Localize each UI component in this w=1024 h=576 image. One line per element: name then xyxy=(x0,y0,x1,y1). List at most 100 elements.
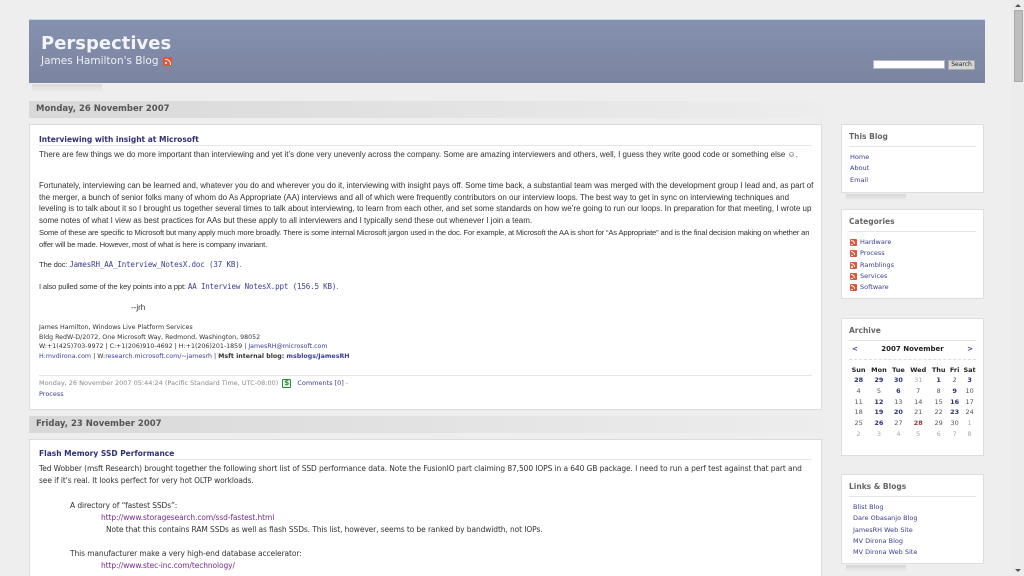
link-label[interactable]: MV Dirona Web Site xyxy=(853,547,917,558)
mvdirona-link[interactable]: mvdirona.com xyxy=(46,353,91,360)
doc-line: The doc: JamesRH_AA_Interview_NotesX.doc… xyxy=(39,259,814,271)
link-label[interactable]: About xyxy=(850,163,869,174)
calendar-day: 30 xyxy=(950,419,959,428)
research-link[interactable]: research.microsoft.com/~jamesrh xyxy=(105,353,212,360)
link-label[interactable]: Email xyxy=(850,175,868,186)
directory-label: A directory of “fastest SSDs”: xyxy=(70,501,178,510)
calendar-divider xyxy=(849,359,976,360)
calendar-month: 2007 November xyxy=(881,345,944,353)
category-item-ramblings[interactable]: Ramblings xyxy=(850,260,894,271)
category-label[interactable]: Software xyxy=(860,282,889,293)
calendar-day[interactable]: 19 xyxy=(868,407,889,418)
link-label[interactable]: Dare Obasanjo Blog xyxy=(853,513,918,524)
calendar-day: 4 xyxy=(896,429,901,438)
calendar-day: 24 xyxy=(965,408,974,417)
category-link[interactable]: Process xyxy=(39,390,64,398)
calendar-day: 27 xyxy=(894,419,903,428)
directory-note: Note that this contains RAM SSDs as well… xyxy=(106,525,543,534)
stec-link[interactable]: http://www.stec-inc.com/technology/ xyxy=(101,561,235,570)
calendar-day: 8 xyxy=(967,429,972,438)
scroll-up-arrow-icon[interactable] xyxy=(1015,4,1021,7)
calendar-day[interactable]: 1 xyxy=(929,375,948,386)
comments-link[interactable]: Comments [0] xyxy=(297,379,344,387)
doc-download-link[interactable]: JamesRH_AA_Interview_NotesX.doc (37 KB) xyxy=(69,260,239,269)
link-label[interactable]: Blist Blog xyxy=(853,502,883,513)
email-link[interactable]: JamesRH@microsoft.com xyxy=(248,343,327,350)
calendar-day: 21 xyxy=(914,408,923,417)
calendar-day[interactable]: 23 xyxy=(948,407,961,418)
search-input[interactable] xyxy=(873,60,945,69)
calendar-day[interactable]: 6 xyxy=(890,386,908,397)
calendar-day[interactable]: 3 xyxy=(961,375,978,386)
link-label[interactable]: MV Dirona Blog xyxy=(853,536,903,547)
category-label[interactable]: Services xyxy=(860,271,887,282)
home-label: H: xyxy=(39,352,46,360)
scroll-thumb[interactable] xyxy=(1014,10,1023,82)
calendar-day: 5 xyxy=(916,429,921,438)
category-label[interactable]: Process xyxy=(860,248,885,259)
post-title[interactable]: Flash Memory SSD Performance xyxy=(39,449,174,458)
category-item-process[interactable]: Process xyxy=(850,248,894,259)
link-label[interactable]: Home xyxy=(850,152,869,163)
ppt-download-link[interactable]: AA Interview NotesX.ppt (156.5 KB) xyxy=(188,282,337,291)
category-label[interactable]: Ramblings xyxy=(860,260,894,271)
blogroll-link[interactable]: JamesRH Web Site xyxy=(853,525,918,536)
calendar-day: 18 xyxy=(854,408,863,417)
links-widget: Links & Blogs Blist Blog Dare Obasanjo B… xyxy=(841,474,984,564)
storagesearch-link[interactable]: http://www.storagesearch.com/ssd-fastest… xyxy=(101,513,274,522)
rss-icon[interactable] xyxy=(850,250,857,258)
archive-widget: Archive < 2007 November > Sun Mon Tue Wed Th… xyxy=(841,318,984,456)
signature-line: Bldg RedW-D/2072, One Microsoft Way, Red… xyxy=(39,333,261,341)
category-item-hardware[interactable]: Hardware xyxy=(850,237,894,248)
separator: - xyxy=(343,379,349,387)
widget-title: Links & Blogs xyxy=(849,482,907,491)
blogroll-link[interactable]: MV Dirona Web Site xyxy=(853,547,918,558)
this-blog-widget: This Blog Home About Email xyxy=(841,124,984,193)
calendar-day: 29 xyxy=(934,419,943,428)
blog-title[interactable]: Perspectives xyxy=(41,33,171,54)
category-label[interactable]: Hardware xyxy=(860,237,891,248)
calendar-day: 7 xyxy=(916,387,921,396)
internal-blog-link[interactable]: msblogs/JamesRH xyxy=(286,353,349,360)
calendar-nav: < 2007 November > xyxy=(850,345,975,357)
vertical-scrollbar[interactable] xyxy=(1011,0,1024,576)
blogroll-link[interactable]: Blist Blog xyxy=(853,502,918,513)
rss-icon[interactable] xyxy=(850,239,857,247)
next-month-button[interactable]: > xyxy=(967,345,973,353)
signature-line: W:+1(425)703-9972 | C:+1(206)910-4692 | … xyxy=(39,342,350,352)
scroll-down-arrow-icon[interactable] xyxy=(1015,569,1021,572)
rss-feed-icon[interactable] xyxy=(162,56,172,66)
phone-numbers: W:+1(425)703-9972 | C:+1(206)910-4692 | … xyxy=(39,343,249,350)
calendar-day[interactable]: 16 xyxy=(948,396,961,407)
sidebar-link-email[interactable]: Email xyxy=(850,175,869,186)
sidebar-link-about[interactable]: About xyxy=(850,163,869,174)
calendar-day[interactable]: 20 xyxy=(890,407,908,418)
calendar-day[interactable]: 29 xyxy=(868,375,889,386)
category-item-services[interactable]: Services xyxy=(850,271,894,282)
link-label[interactable]: JamesRH Web Site xyxy=(853,525,913,536)
comment-feed-icon[interactable] xyxy=(282,378,292,389)
calendar-weekday: Tue xyxy=(892,366,905,374)
blogroll-link[interactable]: Dare Obasanjo Blog xyxy=(853,513,918,524)
calendar-day[interactable]: 12 xyxy=(868,396,889,407)
calendar-day[interactable]: 28 xyxy=(849,375,868,386)
rss-icon[interactable] xyxy=(850,273,857,281)
calendar-day[interactable]: 9 xyxy=(948,386,961,397)
calendar-weekday: Fri xyxy=(949,366,960,374)
rss-icon[interactable] xyxy=(850,261,857,269)
sidebar-link-home[interactable]: Home xyxy=(850,152,869,163)
calendar-day: 5 xyxy=(876,387,881,396)
post-title[interactable]: Interviewing with insight at Microsoft xyxy=(39,135,199,144)
blogroll-link[interactable]: MV Dirona Blog xyxy=(853,536,918,547)
calendar-day: 31 xyxy=(914,376,923,385)
doc-suffix: . xyxy=(239,260,242,269)
calendar-day: 3 xyxy=(876,429,881,438)
rss-icon[interactable] xyxy=(850,284,857,292)
calendar-day: 25 xyxy=(854,419,863,428)
search-button[interactable]: Search xyxy=(948,60,975,70)
category-item-software[interactable]: Software xyxy=(850,282,894,293)
calendar-day: 15 xyxy=(934,397,943,406)
signature: James Hamilton, Windows Live Platform Se… xyxy=(39,323,350,361)
calendar-day[interactable]: 26 xyxy=(868,418,889,429)
calendar-day[interactable]: 30 xyxy=(890,375,908,386)
